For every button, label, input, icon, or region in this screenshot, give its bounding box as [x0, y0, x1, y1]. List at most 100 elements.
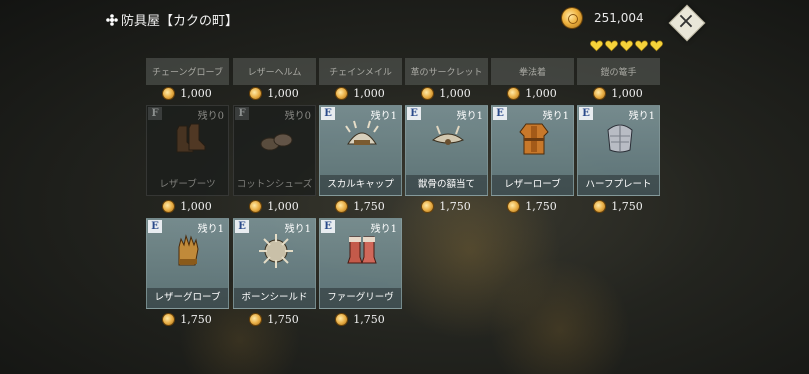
item-name: ボーンシールド: [234, 288, 315, 308]
half-plate-icon: [607, 124, 633, 153]
grade-badge: E: [235, 220, 249, 233]
leather-boots-icon: [176, 123, 206, 153]
price-value: 1,750: [439, 199, 471, 213]
coin-icon: [422, 87, 434, 99]
price-value: 1,000: [611, 86, 643, 100]
grade-badge: E: [148, 220, 162, 233]
soldout-item-price: 1,000: [491, 84, 574, 102]
item-price: 1,750: [319, 197, 402, 215]
coin-icon: [250, 313, 262, 325]
soldout-item-price: 1,000: [233, 84, 316, 102]
coin-icon: [422, 200, 434, 212]
item-card[interactable]: E 残り1 レザーローブ: [491, 105, 574, 196]
coin-icon: [163, 87, 175, 99]
price-value: 1,000: [180, 199, 212, 213]
heart-icon: [635, 40, 648, 52]
bone-headband-icon: [432, 125, 464, 145]
grade-badge: F: [148, 107, 162, 120]
item-name: レザーローブ: [492, 175, 573, 195]
grade-badge: E: [321, 107, 335, 120]
price-value: 1,000: [525, 86, 557, 100]
heart-icon: [605, 40, 618, 52]
bone-shield-icon: [259, 234, 293, 268]
item-price: 1,750: [319, 310, 402, 328]
heart-icon: [620, 40, 633, 52]
shop-title-text: 防具屋【カクの町】: [121, 14, 239, 29]
grade-badge: E: [321, 220, 335, 233]
coin-icon: [508, 87, 520, 99]
coin-icon: [594, 200, 606, 212]
item-name: レザーブーツ: [159, 179, 216, 190]
grade-badge: F: [235, 107, 249, 120]
item-card[interactable]: E 残り1 獣骨の額当て: [405, 105, 488, 196]
heart-icon: [650, 40, 663, 52]
item-name: ハーフプレート: [578, 175, 659, 195]
item-name: 獣骨の額当て: [406, 175, 487, 195]
price-value: 1,750: [353, 312, 385, 326]
coin-icon: [163, 313, 175, 325]
item-card: F 残り0 コットンシューズ: [233, 105, 316, 196]
soldout-item-name: レザーヘルム: [233, 58, 316, 85]
price-value: 1,750: [525, 199, 557, 213]
fur-greaves-icon: [347, 236, 377, 264]
item-name: レザーグローブ: [147, 288, 228, 308]
close-icon: ×: [676, 9, 696, 34]
item-card[interactable]: E 残り1 スカルキャップ: [319, 105, 402, 196]
soldout-item-price: 1,000: [577, 84, 660, 102]
grade-badge: E: [407, 107, 421, 120]
item-price: 1,000: [146, 197, 229, 215]
coin-icon: [336, 200, 348, 212]
item-price: 1,750: [405, 197, 488, 215]
item-card: F 残り0 レザーブーツ: [146, 105, 229, 196]
skull-cap-icon: [345, 120, 379, 145]
price-value: 1,750: [353, 199, 385, 213]
coin-icon: [336, 87, 348, 99]
price-value: 1,000: [353, 86, 385, 100]
leather-robe-icon: [519, 123, 549, 155]
heart-meter: [590, 40, 663, 52]
soldout-item-name: 革のサークレット: [405, 58, 488, 85]
item-price: 1,750: [577, 197, 660, 215]
item-price: 1,750: [233, 310, 316, 328]
coin-icon: [508, 200, 520, 212]
coin-icon: [594, 87, 606, 99]
soldout-item-name: 鎧の篭手: [577, 58, 660, 85]
soldout-item-name: チェーングローブ: [146, 58, 229, 85]
item-card[interactable]: E 残り1 レザーグローブ: [146, 218, 229, 309]
price-value: 1,000: [180, 86, 212, 100]
price-value: 1,750: [180, 312, 212, 326]
price-value: 1,750: [267, 312, 299, 326]
close-button[interactable]: ×: [668, 4, 706, 42]
soldout-item-name: チェインメイル: [319, 58, 402, 85]
item-price: 1,750: [146, 310, 229, 328]
coin-icon: [163, 200, 175, 212]
money-amount: 251,004: [594, 11, 644, 25]
item-card[interactable]: E 残り1 ハーフプレート: [577, 105, 660, 196]
item-name: スカルキャップ: [320, 175, 401, 195]
cotton-shoes-icon: [260, 133, 293, 151]
leather-gloves-icon: [178, 234, 199, 266]
coin-icon: [250, 87, 262, 99]
grade-badge: E: [493, 107, 507, 120]
item-card[interactable]: E 残り1 ファーグリーヴ: [319, 218, 402, 309]
item-name: コットンシューズ: [236, 179, 313, 190]
shop-title: 防具屋【カクの町】: [106, 10, 238, 29]
shop-emblem-icon: [106, 13, 118, 26]
coin-icon: [250, 200, 262, 212]
price-value: 1,000: [267, 86, 299, 100]
soldout-item-price: 1,000: [146, 84, 229, 102]
item-name: ファーグリーヴ: [320, 288, 401, 308]
item-price: 1,750: [491, 197, 574, 215]
soldout-item-name: 拳法着: [491, 58, 574, 85]
price-value: 1,000: [267, 199, 299, 213]
money-display: 251,004: [562, 8, 644, 28]
grade-badge: E: [579, 107, 593, 120]
soldout-item-price: 1,000: [405, 84, 488, 102]
soldout-item-price: 1,000: [319, 84, 402, 102]
item-card[interactable]: E 残り1 ボーンシールド: [233, 218, 316, 309]
heart-icon: [590, 40, 603, 52]
coin-icon: [336, 313, 348, 325]
item-price: 1,000: [233, 197, 316, 215]
coin-icon: [562, 8, 582, 28]
price-value: 1,000: [439, 86, 471, 100]
